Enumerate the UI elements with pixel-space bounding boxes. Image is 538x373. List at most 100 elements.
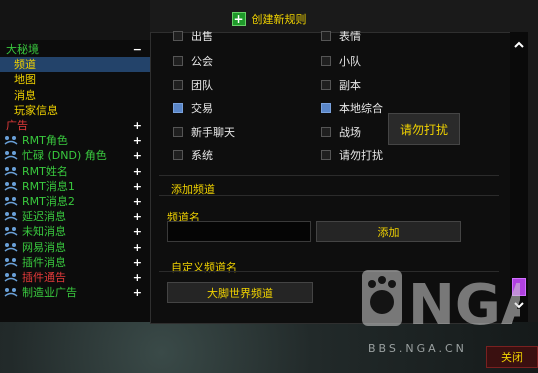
sidebar-item[interactable]: 制造业广告 + [0,285,150,300]
channel-name-input[interactable] [167,221,311,242]
channel-option[interactable]: 新手聊天 [173,124,235,140]
sidebar-item[interactable]: 网易消息 + [0,240,150,255]
channel-label: 战场 [339,125,361,139]
checkbox[interactable] [173,103,183,113]
divider [159,195,499,196]
channel-rule-icon [4,287,18,298]
divider [159,175,499,176]
sidebar-item-label: 网易消息 [22,240,66,254]
channel-option[interactable]: 副本 [321,77,361,93]
checkbox[interactable] [173,126,183,137]
scroll-up-icon[interactable] [512,38,526,52]
close-button[interactable]: 关闭 [486,346,538,368]
sidebar-item[interactable]: 忙碌 (DND) 角色 + [0,148,150,163]
sidebar-item[interactable]: 消息 [0,88,150,103]
rule-tree-sidebar: 大秘境 − 频道 地图 消息 玩家信息 广告 + RMT角色 + 忙碌 (DND) 角色 + RMT姓名… [0,40,151,322]
channel-label: 出售 [191,31,213,41]
watermark-text: NGA [408,273,520,338]
checkbox[interactable] [173,150,183,160]
sidebar-item-label: 玩家信息 [14,103,58,117]
sidebar-item[interactable]: 延迟消息 + [0,209,150,224]
dnd-button[interactable]: 请勿打扰 [388,113,460,145]
sidebar-item[interactable]: 玩家信息 [0,103,150,118]
channel-option[interactable]: 战场 [321,124,361,140]
checkbox[interactable] [173,56,183,66]
sidebar-item-label: RMT消息2 [22,195,75,208]
expand-icon[interactable]: + [133,118,142,133]
channel-rule-icon [4,181,18,192]
sidebar-item[interactable]: 插件消息 + [0,255,150,270]
channel-option[interactable]: 本地综合 [321,100,383,116]
sidebar-item-label: 未知消息 [22,225,66,239]
sidebar-item-label: 地图 [14,73,36,87]
channel-rule-icon [4,272,18,283]
expand-icon[interactable]: + [133,240,142,255]
expand-icon[interactable]: + [133,209,142,224]
checkbox[interactable] [321,31,331,41]
channel-rule-icon [4,196,18,207]
custom-channel-button[interactable]: 大脚世界频道 [167,282,313,303]
checkbox[interactable] [173,79,183,90]
checkbox[interactable] [321,79,331,90]
checkbox[interactable] [321,150,331,160]
sidebar-item[interactable]: RMT消息1 + [0,179,150,194]
sidebar-item[interactable]: 大秘境 − [0,42,150,57]
channel-label: 交易 [191,102,213,115]
channel-option[interactable]: 交易 [173,100,213,116]
checkbox[interactable] [321,126,331,137]
sidebar-item-label: 广告 [6,119,28,132]
collapse-icon[interactable]: − [133,42,142,57]
checkbox[interactable] [321,56,331,66]
sidebar-item-label: 插件消息 [22,255,66,269]
channel-option[interactable]: 小队 [321,53,361,69]
sidebar-item-label: 消息 [14,88,36,102]
channel-option[interactable]: 系统 [173,147,213,163]
channel-rule-icon [4,257,18,268]
expand-icon[interactable]: + [133,285,142,300]
channel-rule-icon [4,211,18,222]
sidebar-item-label: RMT消息1 [22,179,75,193]
sidebar-item[interactable]: RMT消息2 + [0,194,150,209]
sidebar-item[interactable]: RMT姓名 + [0,164,150,179]
sidebar-item[interactable]: RMT角色 + [0,133,150,148]
sidebar-item-label: RMT角色 [22,134,68,148]
channel-option-partial-right[interactable]: 表情 [321,31,361,41]
channel-rule-icon [4,242,18,253]
top-left-background [0,0,150,40]
channel-label: 本地综合 [339,102,383,115]
sidebar-item[interactable]: 未知消息 + [0,224,150,239]
channel-option[interactable]: 公会 [173,53,213,69]
sidebar-item-label: 忙碌 (DND) 角色 [22,149,107,163]
channel-option[interactable]: 团队 [173,77,213,93]
channel-label: 系统 [191,149,213,162]
expand-icon[interactable]: + [133,133,142,148]
create-rule-label: 创建新规则 [251,13,307,26]
channel-label: 新手聊天 [191,125,235,139]
custom-channel-title: 自定义频道名 [171,261,237,274]
expand-icon[interactable]: + [133,270,142,285]
channel-label: 请勿打扰 [339,149,383,162]
expand-icon[interactable]: + [133,224,142,239]
expand-icon[interactable]: + [133,255,142,270]
channel-label: 表情 [339,31,361,41]
checkbox[interactable] [321,103,331,113]
expand-icon[interactable]: + [133,179,142,194]
sidebar-item-label: 频道 [14,58,36,72]
expand-icon[interactable]: + [133,148,142,163]
channel-option-partial-left[interactable]: 出售 [173,31,213,41]
channel-rule-icon [4,226,18,237]
add-channel-button[interactable]: 添加 [316,221,461,242]
expand-icon[interactable]: + [133,164,142,179]
sidebar-item[interactable]: 频道 [0,57,150,73]
nga-watermark: NGA [360,262,538,338]
channel-rule-icon [4,150,18,161]
checkbox[interactable] [173,31,183,41]
channel-option[interactable]: 请勿打扰 [321,147,383,163]
sidebar-item[interactable]: 广告 + [0,118,150,133]
create-rule-button[interactable]: + 创建新规则 [150,8,388,30]
sidebar-item[interactable]: 插件通告 + [0,270,150,285]
channel-rule-icon [4,166,18,177]
expand-icon[interactable]: + [133,194,142,209]
sidebar-item[interactable]: 地图 [0,72,150,87]
watermark-url: BBS.NGA.CN [368,342,467,355]
